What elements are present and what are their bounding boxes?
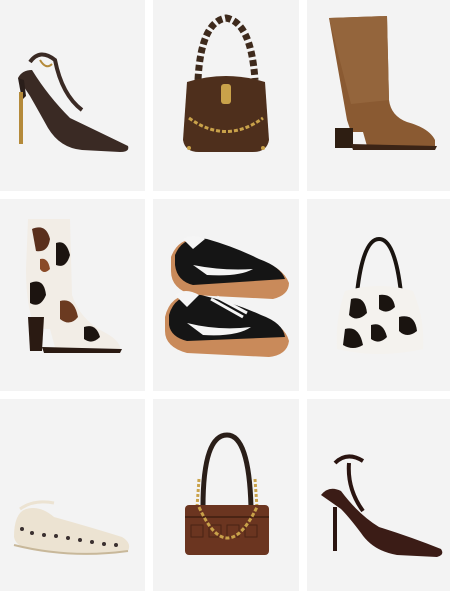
product-tile-ankle-strap-pump[interactable] (307, 399, 450, 591)
suede-knee-boot-icon (329, 16, 437, 150)
croc-chain-bag-icon (185, 432, 269, 555)
ankle-strap-pump-icon (321, 454, 443, 557)
retro-sneakers-icon (165, 236, 289, 357)
cow-print-shoulder-bag-icon (336, 236, 424, 354)
studded-ballet-flat-icon (13, 500, 130, 555)
slingback-pump-icon (18, 52, 129, 152)
cow-print-ankle-boot-icon (26, 219, 122, 353)
product-tile-cow-print-ankle-boot[interactable] (0, 199, 145, 391)
product-tile-studded-ballet-flat[interactable] (0, 399, 145, 591)
product-tile-croc-chain-bag[interactable] (153, 399, 299, 591)
product-tile-suede-knee-boot[interactable] (307, 0, 450, 191)
product-tile-retro-sneakers[interactable] (153, 199, 299, 391)
chain-hobo-bag-icon (183, 14, 269, 152)
product-grid (0, 0, 450, 591)
product-tile-slingback-pump[interactable] (0, 0, 145, 191)
product-tile-cow-print-shoulder-bag[interactable] (307, 199, 450, 391)
product-tile-chain-hobo-bag[interactable] (153, 0, 299, 191)
